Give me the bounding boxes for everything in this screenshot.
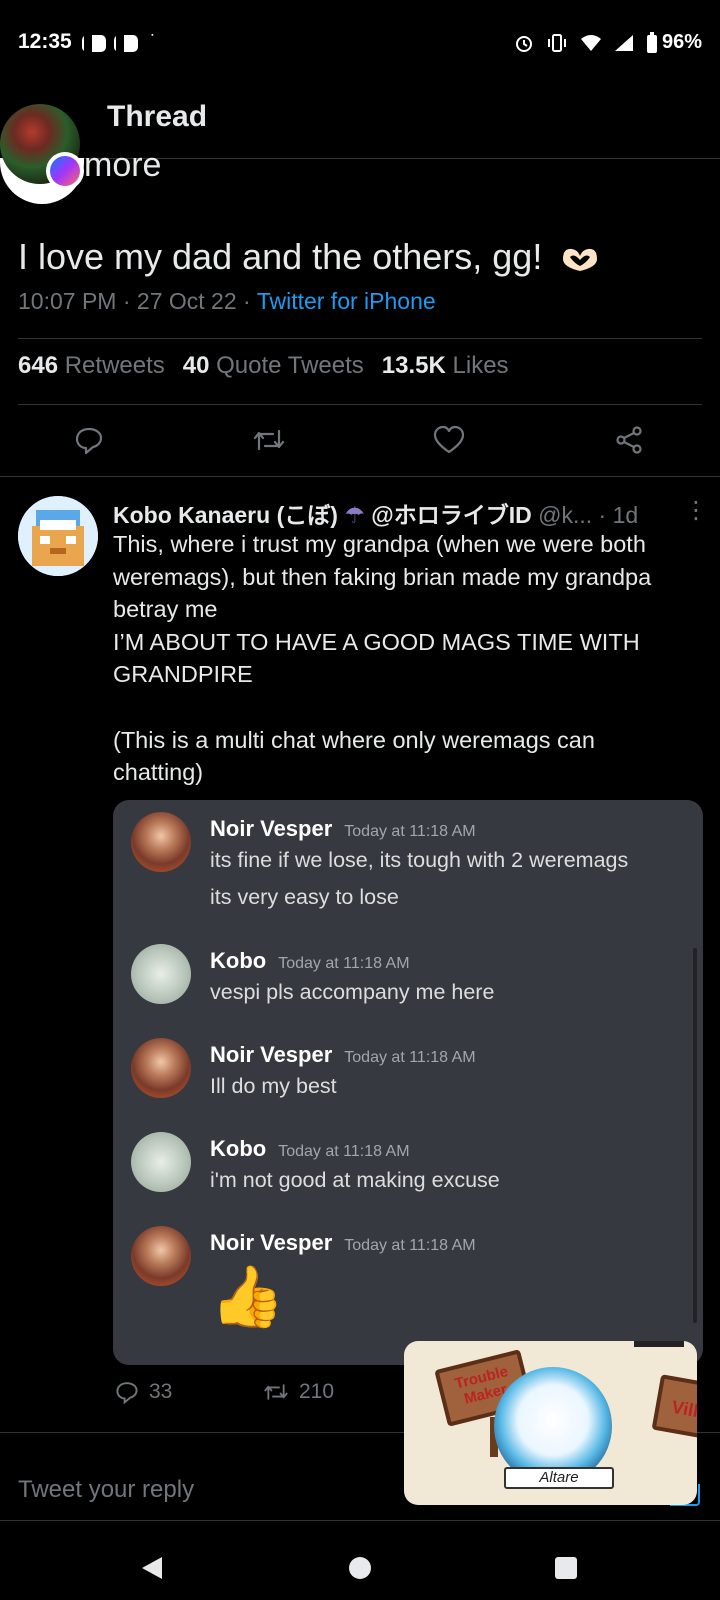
youtube-notification-icon (114, 34, 138, 52)
reply-age: · 1d (598, 502, 639, 528)
alarm-icon (515, 35, 532, 52)
pixel-avatar-icon (18, 496, 98, 576)
share-button[interactable] (607, 418, 651, 462)
kobo-avatar (131, 944, 191, 1004)
thumbs-up-emoji: 👍 (210, 1263, 285, 1330)
sign-right: Vill (651, 1374, 697, 1440)
divider (0, 1520, 720, 1521)
scrollbar (693, 948, 697, 1323)
retweet-button[interactable] (247, 418, 291, 462)
messenger-notification-icon: ᐝ (150, 33, 155, 50)
reply-line (113, 691, 693, 724)
youtube-notification-icon (82, 34, 106, 52)
kobo-avatar (131, 1132, 191, 1192)
reply-author-avatar[interactable] (18, 496, 98, 576)
status-time: 12:35 (18, 30, 72, 53)
home-icon[interactable] (349, 1557, 371, 1579)
heart-icon (433, 425, 465, 454)
retweet-count-value: 210 (299, 1380, 335, 1403)
reply-line: (This is a multi chat where only weremag… (113, 726, 595, 753)
tweet-text-content: I love my dad and the others, gg! (18, 236, 543, 277)
noir-vesper-avatar (131, 1038, 191, 1098)
message-text: vespi pls accompany me here (210, 980, 495, 1004)
reply-author-handle: @k... (538, 502, 593, 528)
recents-icon[interactable] (555, 1557, 577, 1579)
reply-author-name: Kobo Kanaeru (こぼ) (113, 502, 338, 528)
heart-hands-emoji-icon (563, 249, 598, 272)
tweet-stats: 646 Retweets 40 Quote Tweets 13.5K Likes (18, 352, 509, 380)
battery-percent: 96% (661, 31, 702, 53)
messenger-icon (46, 152, 84, 190)
status-bar: 12:35 ᐝ 96% (0, 0, 720, 88)
retweets-stat[interactable]: 646 Retweets (18, 352, 165, 380)
message-author: Noir Vesper Today at 11:18 AM (210, 1230, 476, 1255)
reply-count[interactable]: 33 (115, 1380, 172, 1404)
more-link[interactable]: more (84, 146, 161, 185)
reply-line: This, where i trust my grandpa (when we … (113, 531, 646, 557)
noir-vesper-avatar (131, 812, 191, 872)
status-right: 96% (514, 31, 702, 54)
tweet-date: 27 Oct 22 (136, 288, 237, 314)
divider (0, 476, 720, 477)
reply-author-display-id: @ホロライブID (371, 502, 532, 528)
reply-count-value: 33 (149, 1380, 173, 1403)
tweet-time: 10:07 PM (18, 288, 117, 314)
message-text: Ill do my best (210, 1074, 337, 1098)
like-button[interactable] (427, 418, 471, 462)
tweet-meta: 10:07 PM · 27 Oct 22 · Twitter for iPhon… (18, 288, 436, 315)
message-author: Kobo Today at 11:18 AM (210, 948, 410, 973)
tweet-text: I love my dad and the others, gg! (18, 236, 600, 278)
more-options-icon[interactable]: ⋮ (684, 496, 708, 525)
message-author: Noir Vesper Today at 11:18 AM (210, 1042, 476, 1067)
tweet-source-link[interactable]: Twitter for iPhone (257, 288, 436, 314)
meta-separator: · (243, 288, 251, 314)
reply-text: This, where i trust my grandpa (when we … (113, 528, 693, 789)
reply-icon (116, 1382, 138, 1404)
signal-icon (614, 34, 633, 51)
picture-in-picture-video[interactable]: Trouble Maker Vill Altare (404, 1341, 697, 1505)
share-icon (616, 426, 642, 454)
navigation-bar (0, 1535, 720, 1600)
wifi-icon (580, 34, 601, 51)
reply-line: chatting) (113, 759, 204, 785)
retweet-count[interactable]: 210 (263, 1380, 334, 1404)
attached-image[interactable]: Noir Vesper Today at 11:18 AM its fine if… (113, 800, 703, 1365)
battery-icon (646, 31, 657, 53)
likes-stat[interactable]: 13.5K Likes (382, 352, 509, 380)
tweet-actions (0, 418, 720, 468)
overlay-tag (634, 1341, 684, 1347)
message-text: i'm not good at making excuse (210, 1168, 500, 1192)
vibrate-icon (547, 33, 566, 52)
reply-line: GRANDPIRE (113, 661, 253, 687)
noir-vesper-avatar (131, 1226, 191, 1286)
reply-line: betray me (113, 596, 218, 622)
reply-input[interactable]: Tweet your reply (18, 1476, 194, 1504)
message-text: its fine if we lose, its tough with 2 we… (210, 848, 629, 872)
page-title: Thread (107, 100, 208, 133)
message-author: Kobo Today at 11:18 AM (210, 1136, 410, 1161)
message-text: its very easy to lose (210, 885, 399, 909)
reply-button[interactable] (67, 418, 111, 462)
message-author: Noir Vesper Today at 11:18 AM (210, 816, 476, 841)
name-banner: Altare (504, 1467, 614, 1489)
umbrella-emoji-icon: ☂ (344, 502, 365, 528)
quote-tweets-stat[interactable]: 40 Quote Tweets (183, 352, 364, 380)
reply-line: I’M ABOUT TO HAVE A GOOD MAGS TIME WITH (113, 628, 640, 655)
retweet-icon (264, 1384, 288, 1400)
retweet-icon (253, 429, 285, 451)
divider (18, 404, 702, 405)
reply-author[interactable]: Kobo Kanaeru (こぼ) ☂ @ホロライブID @k... · 1d (113, 496, 638, 530)
reply-icon (75, 427, 103, 455)
meta-separator: · (122, 288, 131, 314)
reply-line: weremags), but then faking brian made my… (113, 563, 652, 590)
back-icon[interactable] (140, 1555, 164, 1581)
divider (18, 338, 702, 339)
